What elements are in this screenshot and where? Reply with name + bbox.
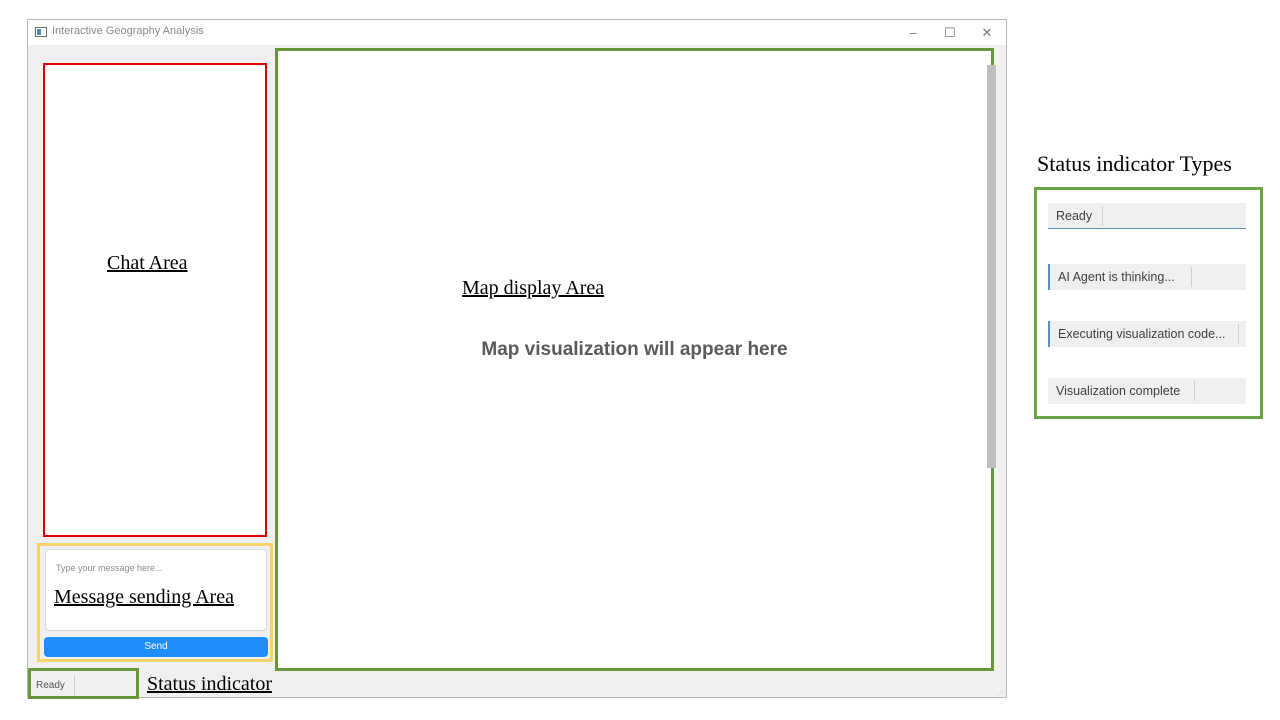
map-placeholder-text: Map visualization will appear here	[481, 339, 788, 360]
status-chip-label: Executing visualization code...	[1058, 327, 1226, 341]
message-area-annotation: Message sending Area	[54, 586, 234, 608]
status-separator	[74, 675, 75, 695]
map-area-annotation: Map display Area	[462, 277, 605, 299]
status-chip-separator	[1102, 206, 1103, 226]
status-indicator: Ready	[28, 668, 139, 699]
minimize-button[interactable]: –	[895, 20, 931, 45]
status-chip-label: Ready	[1056, 209, 1093, 223]
status-chip-executing: Executing visualization code...	[1048, 321, 1246, 347]
chat-area-annotation: Chat Area	[107, 252, 188, 274]
status-chip-ready: Ready	[1048, 203, 1246, 229]
maximize-button[interactable]: ☐	[932, 20, 968, 45]
map-display-area[interactable]: Map visualization will appear here	[275, 48, 994, 671]
send-button[interactable]: Send	[44, 637, 268, 657]
app-window-icon	[35, 27, 47, 37]
status-text: Ready	[36, 680, 65, 691]
status-chip-label: AI Agent is thinking...	[1058, 270, 1175, 284]
status-types-panel: Ready AI Agent is thinking... Executing …	[1034, 187, 1263, 419]
chat-area[interactable]	[43, 63, 267, 537]
status-chip-separator	[1194, 381, 1195, 401]
status-chip-separator	[1191, 267, 1192, 287]
status-chip-complete: Visualization complete	[1048, 378, 1246, 404]
title-bar: Interactive Geography Analysis – ☐ ✕	[28, 20, 1006, 45]
status-types-heading: Status indicator Types	[1037, 151, 1232, 176]
status-indicator-annotation: Status indicator	[147, 673, 272, 695]
window-title: Interactive Geography Analysis	[52, 25, 204, 37]
status-chip-separator	[1238, 324, 1239, 344]
close-button[interactable]: ✕	[969, 20, 1005, 45]
status-chip-thinking: AI Agent is thinking...	[1048, 264, 1246, 290]
resize-grip-icon[interactable]: ⋰	[997, 689, 1004, 697]
status-chip-label: Visualization complete	[1056, 384, 1181, 398]
map-scrollbar[interactable]	[987, 65, 996, 468]
